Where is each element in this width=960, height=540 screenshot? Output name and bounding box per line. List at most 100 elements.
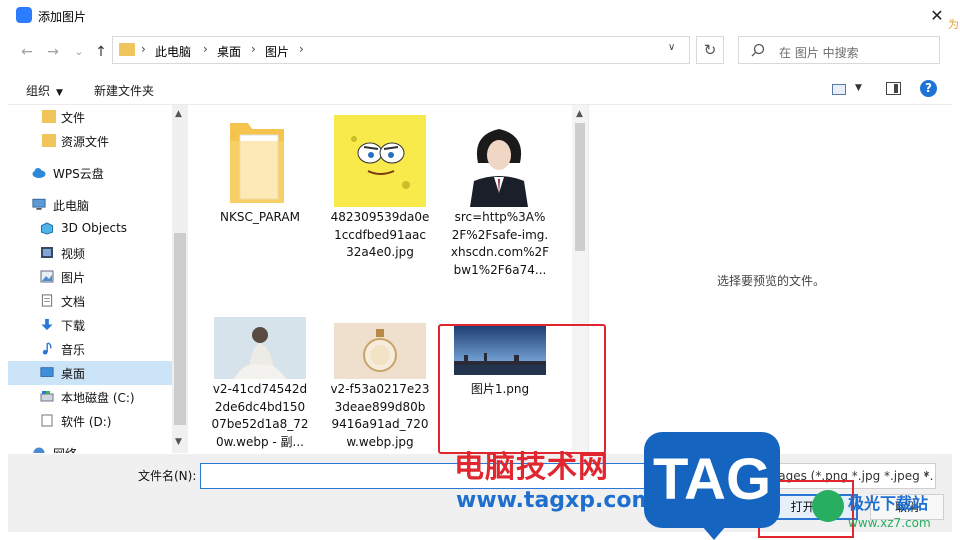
file-name-line: 3deae899d80b: [334, 399, 426, 414]
scroll-down-icon[interactable]: ▼: [175, 437, 182, 447]
file-name-line: 9416a91ad_720: [331, 417, 429, 431]
folder-icon: [42, 110, 56, 123]
sidebar-item-label: 此电脑: [53, 199, 90, 213]
file-name: NKSC_PARAM: [220, 210, 300, 224]
sidebar-item-label: 本地磁盘 (C:): [61, 391, 135, 405]
sidebar-item-label: 软件 (D:): [61, 415, 112, 429]
filename-label: 文件名(N):: [138, 469, 197, 483]
sidebar-item-music[interactable]: 音乐: [8, 337, 172, 361]
cube-icon: [40, 222, 54, 235]
scroll-up-icon[interactable]: ▲: [175, 109, 182, 119]
spongebob-thumbnail: [334, 115, 426, 207]
search-icon: [751, 43, 765, 57]
sidebar-item-label: 文档: [61, 295, 86, 309]
sidebar-item-this-pc[interactable]: 此电脑: [8, 193, 172, 217]
preview-pane: 选择要预览的文件。: [588, 105, 953, 453]
sidebar-item-label: 文件: [61, 111, 86, 125]
sidebar-item-drive-d[interactable]: 软件 (D:): [8, 409, 172, 433]
breadcrumb-separator: ›: [299, 42, 304, 56]
breadcrumb-separator: ›: [251, 42, 256, 56]
sidebar-item-documents[interactable]: 文档: [8, 289, 172, 313]
scrollbar-thumb[interactable]: [575, 123, 585, 251]
file-name-line: v2-f53a0217e23: [330, 382, 430, 396]
title-bar: 添加图片 ✕: [0, 0, 960, 32]
address-bar[interactable]: › 此电脑 › 桌面 › 图片 › ∨: [112, 36, 690, 64]
organize-label: 组织: [26, 84, 51, 98]
file-name-line: 2F%2Fsafe-img.: [451, 227, 549, 242]
portrait-thumbnail: [464, 115, 534, 207]
folder-icon: [42, 134, 56, 147]
up-arrow-icon[interactable]: ↑: [92, 43, 110, 61]
help-icon[interactable]: ?: [920, 80, 937, 97]
sidebar-item-pictures[interactable]: 图片: [8, 265, 172, 289]
view-chevron-down-icon[interactable]: ▼: [855, 83, 862, 93]
watermark-site-name: 电脑技术网: [454, 450, 609, 485]
download-icon: [41, 318, 53, 331]
refresh-button[interactable]: ↻: [696, 36, 724, 64]
sidebar-item-desktop[interactable]: 桌面: [8, 361, 172, 385]
sidebar-item-label: 视频: [61, 247, 86, 261]
view-options-icon[interactable]: [832, 84, 846, 95]
file-name-line: src=http%3A%: [454, 210, 546, 224]
picture-icon: [40, 270, 54, 283]
network-icon: [33, 447, 45, 453]
document-icon: [41, 294, 53, 307]
breadcrumb-separator: ›: [141, 42, 146, 56]
window-title: 添加图片: [38, 10, 87, 24]
background-peek-text: 为: [948, 18, 959, 31]
cloud-icon: [32, 168, 46, 178]
app-icon: [16, 7, 32, 23]
sidebar-item-label: 桌面: [61, 367, 86, 381]
sidebar-item-downloads[interactable]: 下载: [8, 313, 172, 337]
woman-photo-thumbnail: [214, 317, 306, 379]
file-name-line: 0w.webp - 副...: [216, 434, 304, 449]
sidebar-item-drive-c[interactable]: 本地磁盘 (C:): [8, 385, 172, 409]
sidebar-item-videos[interactable]: 视频: [8, 241, 172, 265]
file-name-line: 1ccdfbed91aac: [334, 227, 426, 242]
highlight-box-file: [438, 324, 606, 454]
back-arrow-icon[interactable]: ←: [18, 43, 36, 61]
search-input[interactable]: 在 图片 中搜索: [779, 44, 859, 61]
file-name-line: w.webp.jpg: [346, 434, 414, 449]
new-folder-button[interactable]: 新建文件夹: [94, 82, 154, 99]
forward-arrow-icon[interactable]: →: [44, 43, 62, 61]
file-name-line: v2-41cd74542d: [212, 382, 308, 396]
scrollbar-thumb[interactable]: [174, 233, 186, 425]
sidebar-item-label: WPS云盘: [53, 167, 104, 181]
video-icon: [41, 247, 53, 258]
file-name-line: xhscdn.com%2F: [450, 245, 550, 259]
scroll-up-icon[interactable]: ▲: [576, 109, 583, 119]
sidebar-item-label: 图片: [61, 271, 86, 285]
sidebar-item-label: 音乐: [61, 343, 86, 357]
breadcrumb-separator: ›: [203, 42, 208, 56]
sidebar-item-label: 3D Objects: [61, 221, 128, 235]
watermark-site-url: www.tagxp.com: [456, 488, 655, 513]
tag-logo: TAG: [644, 432, 780, 540]
computer-icon: [32, 198, 46, 210]
file-name-line: bw1%2F6a74...: [453, 262, 547, 277]
file-name-line: 2de6dc4bd150: [214, 399, 306, 414]
navigation-pane: 文件 资源文件 WPS云盘 此电脑 3D Objects 视频 图片 文档 下载…: [8, 105, 188, 453]
organize-menu[interactable]: 组织 ▼: [26, 82, 63, 99]
breadcrumb-desktop[interactable]: 桌面: [217, 43, 241, 60]
sidebar-item-3d-objects[interactable]: 3D Objects: [8, 217, 172, 241]
breadcrumb-this-pc[interactable]: 此电脑: [155, 43, 191, 60]
sidebar-item-network[interactable]: 网络: [8, 441, 172, 453]
file-name-line: 07be52d1a8_72: [211, 417, 309, 431]
sidebar-item-label: 下载: [61, 319, 86, 333]
breadcrumb-pictures[interactable]: 图片: [265, 43, 289, 60]
chevron-down-icon[interactable]: ∨: [668, 42, 675, 53]
navigation-scrollbar[interactable]: ▲ ▼: [172, 105, 188, 453]
sidebar-item-resources[interactable]: 资源文件: [8, 129, 172, 153]
preview-pane-toggle-icon[interactable]: [886, 82, 901, 95]
sidebar-item-label: 网络: [53, 445, 77, 453]
folder-thumbnail-icon: [230, 123, 284, 203]
watermark-jiguang-url: www.xz7.com: [848, 516, 931, 530]
search-box[interactable]: 在 图片 中搜索: [738, 36, 940, 64]
sidebar-item-label: 资源文件: [61, 135, 110, 149]
sidebar-item-wps-cloud[interactable]: WPS云盘: [8, 161, 172, 185]
recent-locations-icon[interactable]: ⌄: [70, 43, 88, 61]
desktop-icon: [40, 367, 54, 377]
sidebar-item-files[interactable]: 文件: [8, 105, 172, 129]
drive-icon: [40, 391, 54, 402]
